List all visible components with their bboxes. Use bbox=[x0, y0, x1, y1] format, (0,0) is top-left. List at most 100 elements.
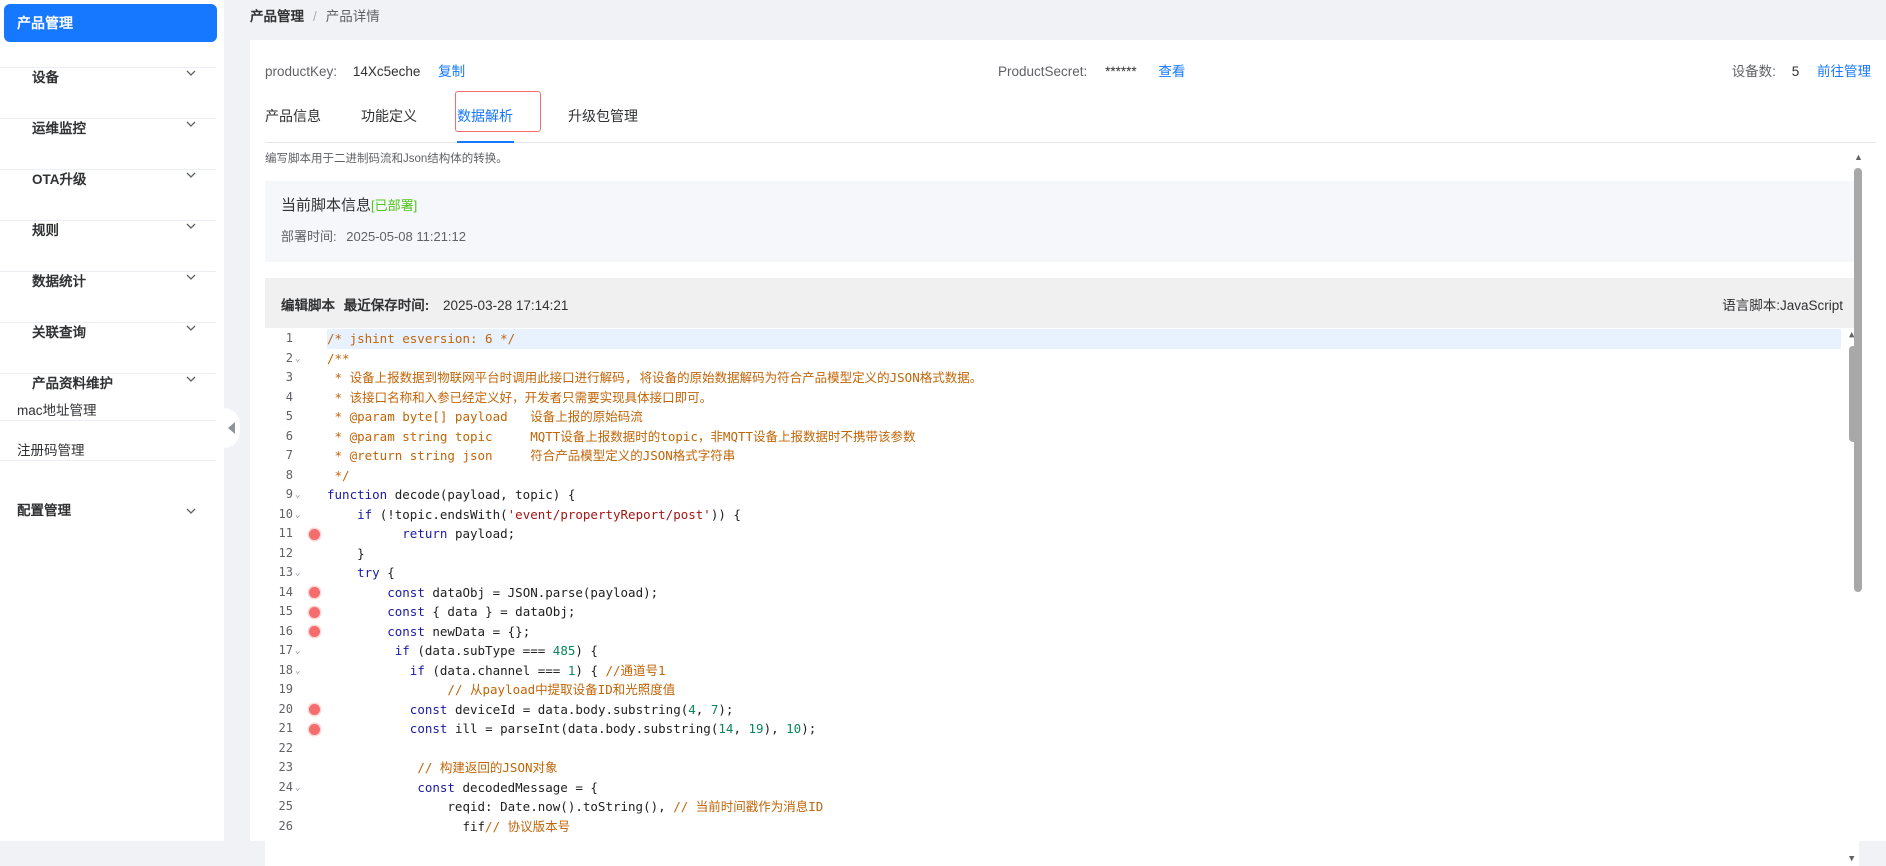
caret-left-icon bbox=[228, 422, 235, 434]
sidebar-item-rules[interactable]: 规则 bbox=[0, 201, 224, 238]
chevron-down-icon bbox=[186, 150, 196, 200]
code-line[interactable]: return payload; bbox=[327, 524, 1841, 544]
editor-language: 语言脚本:JavaScript bbox=[1722, 294, 1843, 314]
line-number: 12 bbox=[278, 545, 293, 560]
sidebar-item-label: 设备 bbox=[32, 69, 60, 85]
line-number: 9 bbox=[285, 487, 293, 501]
saved-time-value: 2025-03-28 17:14:21 bbox=[443, 298, 569, 313]
sidebar-item-device[interactable]: 设备 bbox=[0, 48, 224, 85]
line-number: 7 bbox=[285, 448, 293, 462]
code-line[interactable]: const ill = parseInt(data.body.substring… bbox=[327, 719, 1841, 739]
sidebar-item-label: 数据统计 bbox=[32, 273, 87, 289]
line-number: 25 bbox=[278, 799, 293, 813]
code-line[interactable]: const { data } = dataObj; bbox=[327, 602, 1841, 622]
sidebar-collapse-button[interactable] bbox=[224, 408, 240, 448]
script-description: 编写脚本用于二进制码流和Json结构体的转换。 bbox=[265, 153, 508, 165]
fold-toggle-icon[interactable]: ⌄ bbox=[295, 349, 300, 369]
line-number: 10 bbox=[278, 506, 293, 521]
code-line[interactable]: const deviceId = data.body.substring(4, … bbox=[327, 700, 1841, 720]
fold-toggle-icon[interactable]: ⌄ bbox=[295, 661, 300, 681]
line-number: 23 bbox=[278, 760, 293, 774]
breakpoint-icon[interactable] bbox=[309, 587, 320, 598]
code-line[interactable]: if (data.subType === 485) { bbox=[327, 641, 1841, 661]
copy-link[interactable]: 复制 bbox=[438, 64, 465, 79]
code-line[interactable]: // 从payload中提取设备ID和光照度值 bbox=[327, 680, 1841, 700]
sidebar-item-product-management[interactable]: 产品管理 bbox=[4, 4, 217, 42]
breakpoint-icon[interactable] bbox=[309, 723, 320, 735]
sidebar-item-label: OTA升级 bbox=[32, 171, 87, 187]
tab-product-info[interactable]: 产品信息 bbox=[265, 106, 321, 126]
code-line[interactable]: try { bbox=[327, 563, 1841, 583]
line-number: 13 bbox=[278, 565, 293, 579]
line-number: 1 bbox=[285, 331, 293, 345]
code-line[interactable]: } bbox=[327, 544, 1841, 564]
code-line[interactable]: * @param string topic MQTT设备上报数据时的topic，… bbox=[327, 427, 1841, 447]
code-line[interactable]: */ bbox=[327, 466, 1841, 486]
sidebar-item-ota[interactable]: OTA升级 bbox=[0, 150, 224, 187]
deploy-time-value: 2025-05-08 11:21:12 bbox=[346, 229, 466, 244]
main-panel: productKey: 14Xc5eche 复制 ProductSecret: … bbox=[250, 40, 1886, 866]
line-number: 20 bbox=[278, 701, 293, 716]
sidebar-item-product-data[interactable]: 产品资料维护 bbox=[0, 354, 224, 391]
code-line[interactable]: function decode(payload, topic) { bbox=[327, 485, 1841, 505]
code-line[interactable]: const decodedMessage = { bbox=[327, 778, 1841, 798]
code-editor[interactable]: 1 2 ⌄ 3 4 5 6 7 8 9 ⌄ 10 ⌄ 11 12 13 ⌄ 14 15 16 17 ⌄ 18 ⌄ 19 20 21 2… bbox=[265, 328, 1859, 866]
fold-toggle-icon[interactable]: ⌄ bbox=[295, 485, 300, 505]
product-secret-row: ProductSecret: ****** 查看 bbox=[998, 62, 1185, 82]
editor-header-left: 编辑脚本 最近保存时间: 2025-03-28 17:14:21 bbox=[281, 294, 568, 314]
code-line[interactable]: /* jshint esversion: 6 */ bbox=[327, 329, 1841, 349]
sidebar-item-related-query[interactable]: 关联查询 bbox=[0, 303, 224, 340]
language-value: JavaScript bbox=[1779, 298, 1843, 313]
chevron-down-icon bbox=[186, 354, 196, 404]
sidebar-subitem-mac[interactable]: mac地址管理 bbox=[0, 401, 224, 421]
line-number: 19 bbox=[278, 682, 293, 696]
page-scroll-up-icon[interactable]: ▲ bbox=[1854, 152, 1863, 162]
code-line[interactable]: reqid: Date.now().toString(), // 当前时间戳作为… bbox=[327, 797, 1841, 817]
code-line[interactable]: fif// 协议版本号 bbox=[327, 817, 1841, 837]
line-number: 14 bbox=[278, 584, 293, 599]
code-line[interactable]: // 构建返回的JSON对象 bbox=[327, 758, 1841, 778]
code-line[interactable]: * 设备上报数据到物联网平台时调用此接口进行解码, 将设备的原始数据解码为符合产… bbox=[327, 368, 1841, 388]
code-line[interactable]: const dataObj = JSON.parse(payload); bbox=[327, 583, 1841, 603]
sidebar-item-statistics[interactable]: 数据统计 bbox=[0, 252, 224, 289]
fold-toggle-icon[interactable]: ⌄ bbox=[295, 505, 300, 525]
sidebar-item-ops-monitor[interactable]: 运维监控 bbox=[0, 99, 224, 136]
code-line[interactable]: if (!topic.endsWith('event/propertyRepor… bbox=[327, 505, 1841, 525]
page-scrollbar-thumb[interactable] bbox=[1854, 168, 1862, 592]
fold-toggle-icon[interactable]: ⌄ bbox=[295, 641, 300, 661]
fold-toggle-icon[interactable]: ⌄ bbox=[295, 563, 300, 583]
deploy-time-label: 部署时间: bbox=[281, 229, 337, 244]
breadcrumb-root[interactable]: 产品管理 bbox=[250, 9, 304, 24]
view-secret-link[interactable]: 查看 bbox=[1158, 64, 1185, 79]
code-line[interactable]: * 该接口名称和入参已经定义好，开发者只需要实现具体接口即可。 bbox=[327, 388, 1841, 408]
code-line[interactable] bbox=[327, 739, 1841, 759]
breakpoint-icon[interactable] bbox=[309, 626, 320, 637]
sidebar-item-label: 运维监控 bbox=[32, 120, 87, 136]
breakpoint-icon[interactable] bbox=[309, 704, 320, 715]
breakpoint-icon[interactable] bbox=[309, 528, 320, 540]
sidebar: 产品管理 设备 运维监控 OTA升级 规则 数据统计 关联查询 产品资料维护 m… bbox=[0, 0, 224, 841]
tab-highlight-box bbox=[455, 91, 541, 132]
line-number: 11 bbox=[278, 526, 293, 540]
editor-code-area[interactable]: /* jshint esversion: 6 *//** * 设备上报数据到物联… bbox=[327, 328, 1841, 866]
breakpoint-icon[interactable] bbox=[309, 606, 320, 618]
saved-time-label: 最近保存时间: bbox=[343, 298, 430, 313]
tab-upgrade-package[interactable]: 升级包管理 bbox=[568, 106, 638, 126]
fold-toggle-icon[interactable]: ⌄ bbox=[295, 778, 300, 798]
current-script-title-text: 当前脚本信息 bbox=[281, 197, 372, 214]
chevron-down-icon bbox=[186, 201, 196, 251]
scroll-down-icon[interactable]: ▼ bbox=[1849, 854, 1854, 864]
goto-manage-link[interactable]: 前往管理 bbox=[1817, 64, 1871, 79]
sidebar-subitem-regcode[interactable]: 注册码管理 bbox=[0, 441, 224, 461]
sidebar-item-config[interactable]: 配置管理 bbox=[0, 486, 224, 536]
code-line[interactable]: * @return string json 符合产品模型定义的JSON格式字符串 bbox=[327, 446, 1841, 466]
chevron-down-icon bbox=[186, 48, 196, 98]
code-line[interactable]: const newData = {}; bbox=[327, 622, 1841, 642]
product-key-row: productKey: 14Xc5eche 复制 bbox=[265, 62, 465, 82]
code-line[interactable]: /** bbox=[327, 349, 1841, 369]
tab-function-definition[interactable]: 功能定义 bbox=[361, 106, 417, 126]
code-line[interactable]: if (data.channel === 1) { //通道号1 bbox=[327, 661, 1841, 681]
code-line[interactable]: * @param byte[] payload 设备上报的原始码流 bbox=[327, 407, 1841, 427]
sidebar-item-label: 规则 bbox=[32, 222, 60, 238]
page-scrollbar[interactable]: ▲ bbox=[1852, 152, 1864, 600]
